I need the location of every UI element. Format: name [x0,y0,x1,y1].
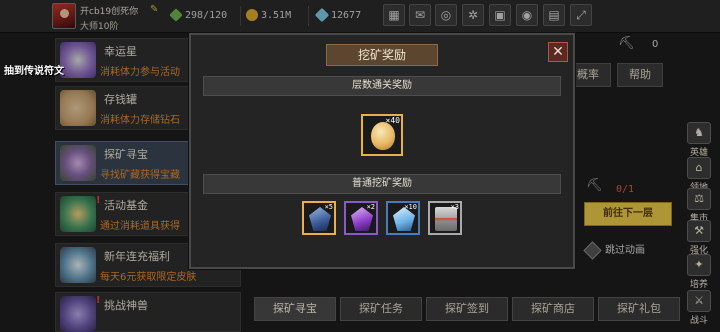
reward-qty: ×40 [385,116,400,125]
reward-purple-crystal[interactable]: ×2 [344,201,378,235]
normal-mining-reward-header: 普通挖矿奖励 [203,174,561,194]
golden-egg-icon [371,122,395,150]
mining-reward-dialog: 挖矿奖励 ✕ 层数通关奖励 ×40 普通挖矿奖励 ×5 ×2 ×10 ×3 [189,33,575,269]
dialog-title: 挖矿奖励 [326,44,438,66]
event-notification-text: 抽到传说符文 [4,66,64,77]
reward-ice-crystal[interactable]: ×10 [386,201,420,235]
floor-clear-reward-header: 层数通关奖励 [203,76,561,96]
reward-qty: ×3 [450,203,459,211]
reward-blue-ore[interactable]: ×5 [302,201,336,235]
reward-qty: ×2 [366,203,375,211]
reward-treasure-chest[interactable]: ×3 [428,201,462,235]
reward-golden-egg[interactable]: ×40 [361,114,403,156]
reward-qty: ×5 [324,203,333,211]
reward-qty: ×10 [404,203,417,211]
close-button[interactable]: ✕ [548,42,568,62]
